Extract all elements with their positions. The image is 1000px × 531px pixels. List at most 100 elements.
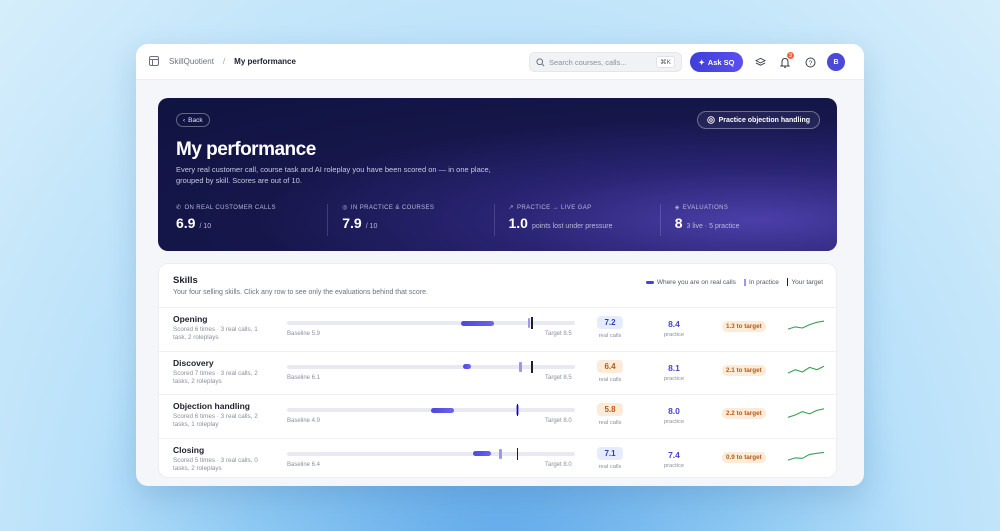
practice-caption: practice bbox=[663, 419, 685, 425]
practice-marker bbox=[527, 318, 531, 328]
stat-value: 7.9 bbox=[342, 215, 362, 231]
stat-label: EVALUATIONS bbox=[682, 204, 729, 211]
breadcrumb-app[interactable]: SkillQuotient bbox=[169, 57, 214, 66]
search-icon bbox=[536, 57, 545, 67]
stat-sub: / 10 bbox=[365, 223, 378, 230]
practice-caption: practice bbox=[663, 375, 685, 382]
phone-icon: ✆ bbox=[176, 205, 182, 211]
real-score-badge: 7.1 bbox=[597, 446, 623, 460]
skills-legend: Where you are on real calls In practice … bbox=[645, 278, 823, 286]
stat-real-calls: ✆ ON REAL CUSTOMER CALLS 6.9/ 10 bbox=[176, 204, 327, 236]
page-title: My performance bbox=[176, 139, 316, 160]
skill-progress-track bbox=[287, 317, 575, 329]
target-icon: ◎ bbox=[342, 205, 348, 211]
gap-to-target-badge: 1.3 to target bbox=[722, 321, 766, 332]
target-icon bbox=[706, 116, 715, 124]
baseline-label: Baseline 5.9 bbox=[287, 331, 321, 337]
skills-subtitle: Your four selling skills. Click any row … bbox=[173, 289, 428, 296]
legend-real-label: Where you are on real calls bbox=[656, 278, 736, 286]
top-bar: SkillQuotient / My performance Search co… bbox=[136, 44, 864, 80]
stat-sub: / 10 bbox=[199, 223, 212, 230]
notification-badge: 3 bbox=[787, 52, 794, 59]
stat-label: PRACTICE → LIVE GAP bbox=[516, 204, 592, 211]
stat-value: 8 bbox=[674, 215, 683, 231]
target-marker bbox=[531, 360, 533, 373]
bell-icon[interactable]: 3 bbox=[778, 52, 794, 69]
real-score-caption: real calls bbox=[598, 333, 622, 339]
trend-sparkline bbox=[787, 408, 825, 418]
real-score-badge: 7.2 bbox=[597, 316, 623, 329]
target-marker bbox=[516, 404, 519, 416]
page-description: Every real customer call, course task an… bbox=[176, 165, 491, 185]
skill-progress-track bbox=[287, 404, 575, 416]
stat-value: 6.9 bbox=[176, 215, 196, 231]
trend-sparkline bbox=[787, 320, 825, 330]
ask-sq-label: Ask SQ bbox=[707, 57, 735, 67]
sparkle-icon: ✦ bbox=[698, 57, 705, 67]
real-score-badge: 5.8 bbox=[597, 403, 623, 416]
stat-sub: 3 live · 5 practice bbox=[686, 223, 740, 230]
layout-icon[interactable] bbox=[149, 56, 159, 66]
real-calls-bar bbox=[473, 451, 492, 456]
stat-gap: ↗ PRACTICE → LIVE GAP 1.0 points lost unde… bbox=[493, 204, 660, 236]
courses-icon[interactable] bbox=[753, 55, 767, 69]
trend-sparkline bbox=[787, 451, 825, 461]
trend-sparkline bbox=[787, 365, 825, 374]
target-label: Target 8.0 bbox=[545, 461, 572, 468]
practice-score: 8.4 bbox=[668, 319, 680, 329]
app-window: SkillQuotient / My performance Search co… bbox=[136, 44, 864, 486]
target-marker bbox=[531, 317, 533, 329]
real-score-caption: real calls bbox=[598, 420, 622, 426]
legend-real-swatch bbox=[645, 280, 654, 284]
stats-row: ✆ ON REAL CUSTOMER CALLS 6.9/ 10 ◎ IN PRAC… bbox=[176, 204, 826, 236]
practice-objection-button[interactable]: Practice objection handling bbox=[696, 111, 820, 129]
skill-row[interactable]: Closing Scored 5 times · 3 real calls, 0 … bbox=[159, 437, 838, 481]
legend-practice-swatch bbox=[743, 278, 746, 286]
gap-to-target-badge: 2.1 to target bbox=[722, 364, 766, 376]
real-calls-bar bbox=[430, 407, 455, 413]
stat-label: ON REAL CUSTOMER CALLS bbox=[184, 204, 276, 211]
breadcrumb: SkillQuotient / My performance bbox=[149, 56, 296, 66]
skill-meta: Scored 6 times · 3 real calls, 2 tasks, … bbox=[173, 413, 258, 428]
practice-marker bbox=[519, 361, 522, 372]
baseline-label: Baseline 6.1 bbox=[287, 374, 321, 381]
skill-name: Discovery bbox=[173, 357, 214, 368]
skill-meta: Scored 7 times · 3 real calls, 2 tasks, … bbox=[173, 369, 258, 385]
practice-label: Practice objection handling bbox=[718, 116, 810, 124]
baseline-label: Baseline 4.9 bbox=[287, 418, 321, 424]
stat-practice: ◎ IN PRACTICE & COURSES 7.9/ 10 bbox=[327, 204, 493, 236]
help-icon[interactable]: ? bbox=[803, 55, 817, 69]
practice-marker bbox=[499, 448, 502, 459]
avatar[interactable]: B bbox=[827, 53, 845, 71]
search-placeholder: Search courses, calls... bbox=[549, 57, 627, 67]
trend-icon: ↗ bbox=[508, 205, 514, 211]
skill-meta: Scored 6 times · 3 real calls, 1 task, 2… bbox=[173, 326, 258, 341]
stat-sub: points lost under pressure bbox=[531, 223, 613, 230]
skill-row[interactable]: Objection handling Scored 6 times · 3 rea… bbox=[159, 394, 838, 437]
back-label: Back bbox=[188, 116, 203, 124]
skills-title: Skills bbox=[173, 275, 198, 286]
target-label: Target 8.0 bbox=[545, 418, 572, 424]
real-score-caption: real calls bbox=[598, 463, 622, 470]
gap-to-target-badge: 2.2 to target bbox=[722, 408, 766, 419]
skills-card: Skills Your four selling skills. Click a… bbox=[158, 263, 838, 481]
stat-label: IN PRACTICE & COURSES bbox=[350, 204, 435, 211]
practice-caption: practice bbox=[663, 462, 685, 469]
skill-name: Opening bbox=[173, 314, 208, 324]
baseline-label: Baseline 6.4 bbox=[287, 461, 321, 468]
target-label: Target 8.5 bbox=[545, 374, 572, 381]
skill-row[interactable]: Opening Scored 6 times · 3 real calls, 1 … bbox=[159, 307, 838, 350]
practice-score: 8.1 bbox=[668, 362, 680, 373]
real-score-caption: real calls bbox=[598, 376, 622, 383]
legend-target-label: Your target bbox=[791, 278, 823, 286]
ask-sq-button[interactable]: ✦ Ask SQ bbox=[690, 52, 743, 72]
search-input[interactable]: Search courses, calls... ⌘K bbox=[529, 52, 682, 72]
gap-to-target-badge: 0.9 to target bbox=[722, 451, 766, 463]
skill-name: Closing bbox=[173, 444, 205, 455]
back-button[interactable]: ‹ Back bbox=[176, 113, 210, 127]
skill-meta: Scored 5 times · 3 real calls, 0 tasks, … bbox=[173, 456, 258, 472]
breadcrumb-separator: / bbox=[222, 56, 226, 66]
skill-row[interactable]: Discovery Scored 7 times · 3 real calls, … bbox=[159, 350, 838, 394]
real-calls-bar bbox=[460, 320, 495, 326]
legend-target-swatch bbox=[786, 278, 789, 286]
